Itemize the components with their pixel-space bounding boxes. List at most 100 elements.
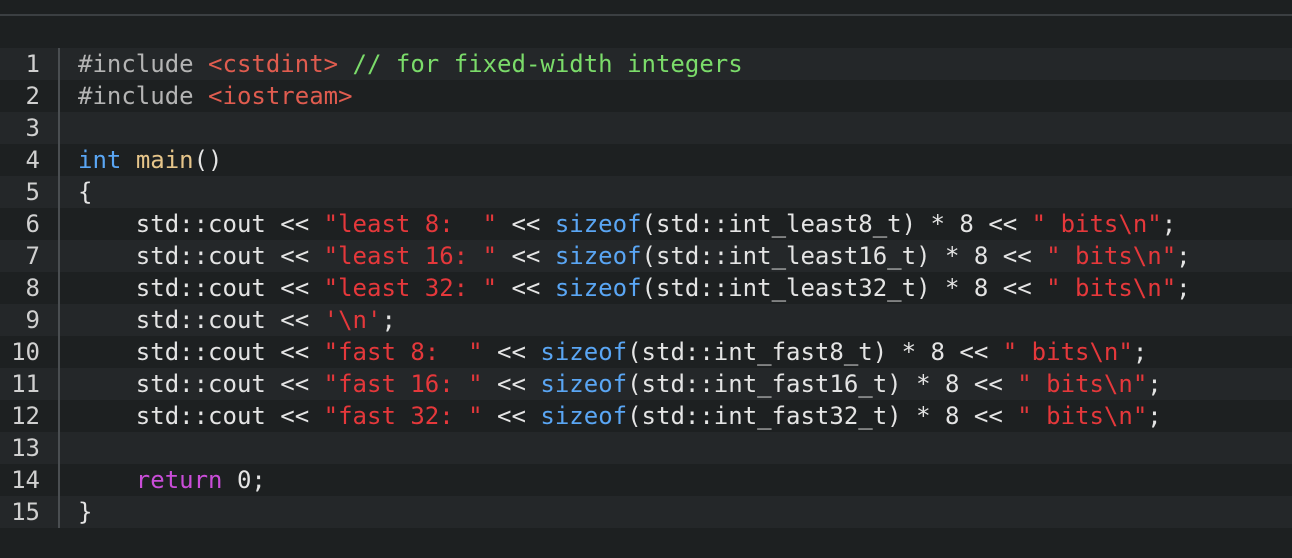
code-token-builtin: sizeof — [540, 370, 628, 398]
code-text[interactable]: std::cout << "least 8: " << sizeof(std::… — [78, 208, 1176, 240]
code-token-builtin: sizeof — [540, 338, 628, 366]
code-token-string: " bits\n" — [1017, 370, 1148, 398]
code-token-string: "least 32: " — [323, 274, 498, 302]
code-token-plain: << — [497, 242, 555, 270]
code-token-plain: (std::int_least8_t) * 8 << — [641, 210, 1032, 238]
code-token-plain: ; — [1147, 402, 1162, 430]
code-line[interactable]: 14 return 0; — [0, 464, 1292, 496]
code-token-plain: << — [482, 402, 541, 430]
code-token-header: <iostream> — [208, 82, 353, 110]
code-token-plain: ; — [381, 306, 396, 334]
line-gutter: 4 — [0, 144, 60, 176]
code-line[interactable]: 13 — [0, 432, 1292, 464]
code-token-plain: (std::int_fast32_t) * 8 << — [627, 402, 1018, 430]
line-number: 2 — [25, 82, 40, 110]
line-gutter: 9 — [0, 304, 60, 336]
code-line[interactable]: 15} — [0, 496, 1292, 528]
line-gutter: 13 — [0, 432, 60, 464]
code-token-string: "fast 32: " — [323, 402, 483, 430]
code-text[interactable]: std::cout << "least 16: " << sizeof(std:… — [78, 240, 1191, 272]
code-editor[interactable]: 1 #include <cstdint> // for fixed-width i… — [0, 48, 1292, 528]
code-text[interactable]: #include <cstdint> // for fixed-width in… — [78, 48, 743, 80]
code-line[interactable]: 9 std::cout << '\n'; — [0, 304, 1292, 336]
code-token-string: '\n' — [323, 306, 382, 334]
code-token-string: " bits\n" — [1031, 210, 1162, 238]
line-gutter: 6 — [0, 208, 60, 240]
code-token-plain: std::cout << — [78, 242, 324, 270]
line-number: 11 — [11, 370, 40, 398]
code-text[interactable]: } — [78, 496, 92, 528]
code-line[interactable]: 4 int main() — [0, 144, 1292, 176]
code-line[interactable]: 10 std::cout << "fast 8: " << sizeof(std… — [0, 336, 1292, 368]
code-line[interactable]: 5{ — [0, 176, 1292, 208]
code-token-pre: #include — [78, 50, 209, 78]
code-token-plain: ; — [1176, 242, 1191, 270]
code-line[interactable]: 7 std::cout << "least 16: " << sizeof(st… — [0, 240, 1292, 272]
code-line[interactable]: 6 std::cout << "least 8: " << sizeof(std… — [0, 208, 1292, 240]
code-token-pre: #include — [78, 82, 209, 110]
code-token-plain: << — [482, 338, 541, 366]
code-text[interactable]: { — [78, 176, 92, 208]
code-line[interactable]: 12 std::cout << "fast 32: " << sizeof(st… — [0, 400, 1292, 432]
code-token-plain: ; — [1132, 338, 1148, 366]
code-token-type: int — [78, 146, 122, 174]
line-gutter: 11 — [0, 368, 60, 400]
code-token-plain: std::cout << — [78, 402, 324, 430]
code-text[interactable]: int main() — [78, 144, 223, 176]
code-line[interactable]: 8 std::cout << "least 32: " << sizeof(st… — [0, 272, 1292, 304]
code-token-plain: std::cout << — [78, 338, 324, 366]
line-number: 12 — [11, 402, 40, 430]
code-text[interactable]: std::cout << "fast 32: " << sizeof(std::… — [78, 400, 1162, 432]
line-number: 13 — [11, 434, 40, 462]
line-gutter: 2 — [0, 80, 60, 112]
code-token-plain: (std::int_least32_t) * 8 << — [641, 274, 1047, 302]
code-token-string: " bits\n" — [1046, 242, 1177, 270]
code-token-string: "fast 16: " — [323, 370, 483, 398]
code-text[interactable]: std::cout << "least 32: " << sizeof(std:… — [78, 272, 1191, 304]
code-token-plain: (std::int_fast8_t) * 8 << — [627, 338, 1003, 366]
line-number: 9 — [25, 306, 40, 334]
line-gutter: 7 — [0, 240, 60, 272]
code-token-plain: << — [482, 370, 541, 398]
line-gutter: 10 — [0, 336, 60, 368]
line-gutter: 8 — [0, 272, 60, 304]
line-number: 14 — [11, 466, 40, 494]
code-token-string: " bits\n" — [1002, 338, 1133, 366]
line-gutter: 3 — [0, 112, 60, 144]
code-token-plain: 0; — [222, 466, 266, 494]
code-token-builtin: sizeof — [554, 274, 642, 302]
code-token-plain: std::cout << — [78, 306, 324, 334]
code-token-string: " bits\n" — [1046, 274, 1177, 302]
code-text[interactable]: std::cout << '\n'; — [78, 304, 396, 336]
code-line[interactable]: 3 — [0, 112, 1292, 144]
line-number: 4 — [25, 146, 40, 174]
code-text[interactable]: #include <iostream> — [78, 80, 353, 112]
code-token-builtin: sizeof — [540, 402, 628, 430]
line-number: 10 — [11, 338, 40, 366]
code-text[interactable]: return 0; — [78, 464, 266, 496]
line-number: 7 — [25, 242, 40, 270]
code-line[interactable]: 2 #include <iostream> — [0, 80, 1292, 112]
code-token-string: "least 8: " — [323, 210, 498, 238]
code-token-plain: { — [78, 178, 93, 206]
code-token-plain: std::cout << — [78, 370, 324, 398]
code-token-string: "fast 8: " — [323, 338, 483, 366]
code-token-func: main — [135, 146, 194, 174]
line-number: 5 — [25, 178, 40, 206]
code-token-plain: } — [78, 498, 93, 526]
code-text[interactable]: std::cout << "fast 8: " << sizeof(std::i… — [78, 336, 1147, 368]
line-gutter: 5 — [0, 176, 60, 208]
line-number: 1 — [25, 50, 40, 78]
code-text[interactable]: std::cout << "fast 16: " << sizeof(std::… — [78, 368, 1162, 400]
line-number: 3 — [25, 114, 40, 142]
code-token-plain: std::cout << — [78, 274, 324, 302]
code-token-plain: ; — [1161, 210, 1177, 238]
code-token-plain: << — [497, 274, 555, 302]
code-token-plain: ; — [1147, 370, 1162, 398]
code-line[interactable]: 11 std::cout << "fast 16: " << sizeof(st… — [0, 368, 1292, 400]
code-token-string: "least 16: " — [323, 242, 498, 270]
code-line[interactable]: 1 #include <cstdint> // for fixed-width i… — [0, 48, 1292, 80]
